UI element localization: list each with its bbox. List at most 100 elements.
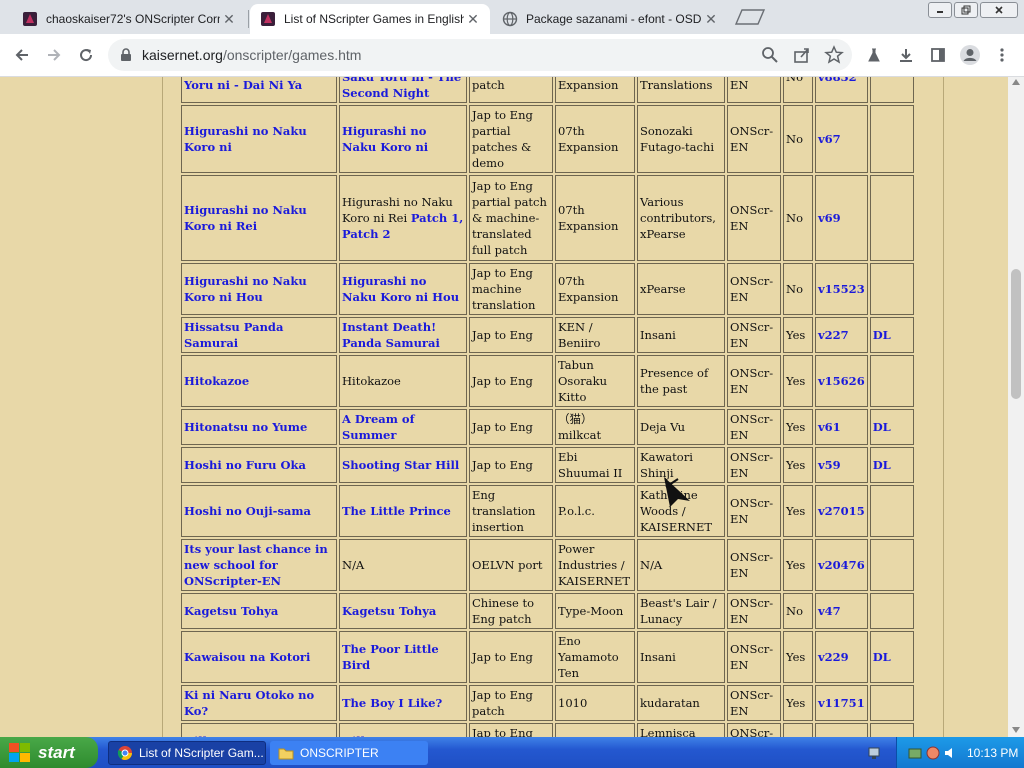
cell-english-title[interactable]: Kagetsu Tohya bbox=[339, 593, 467, 629]
cell-download[interactable]: DL bbox=[869, 631, 914, 683]
menu-button[interactable] bbox=[990, 43, 1014, 67]
zoom-button[interactable] bbox=[758, 43, 782, 67]
cell-japanese-title[interactable]: Hissatsu Panda Samurai bbox=[181, 317, 337, 353]
bookmark-button[interactable] bbox=[822, 43, 846, 67]
cell-japanese-title[interactable]: Higanbana no Saku Yoru ni - Dai Ni Ya bbox=[181, 77, 337, 103]
cell-english-title-link[interactable]: Higanbana no Saku Yoru ni - The Second N… bbox=[342, 77, 461, 100]
cell-download-link[interactable]: DL bbox=[873, 650, 891, 664]
close-icon[interactable]: ✕ bbox=[464, 10, 482, 28]
cell-japanese-title-link[interactable]: Its your last chance in new school for O… bbox=[184, 542, 328, 588]
cell-english-title-link[interactable]: Higurashi no Naku Koro ni bbox=[342, 124, 428, 154]
tab-sazanami[interactable]: Package sazanami - efont - OSDN ✕ bbox=[492, 4, 728, 34]
cell-download-link[interactable]: DL bbox=[873, 458, 891, 472]
back-button[interactable] bbox=[10, 43, 34, 67]
cell-english-title-link[interactable]: The Poor Little Bird bbox=[342, 642, 439, 672]
cell-vndb-link[interactable]: v229 bbox=[818, 650, 849, 664]
cell-japanese-title[interactable]: Higurashi no Naku Koro ni bbox=[181, 105, 337, 173]
reload-button[interactable] bbox=[74, 43, 98, 67]
profile-button[interactable] bbox=[958, 43, 982, 67]
cell-download-link[interactable]: DL bbox=[873, 420, 891, 434]
close-icon[interactable]: ✕ bbox=[220, 10, 238, 28]
cell-japanese-title[interactable]: Killer Queen bbox=[181, 723, 337, 737]
cell-download[interactable]: DL bbox=[869, 447, 914, 483]
maximize-button[interactable] bbox=[954, 2, 978, 18]
cell-vndb-link[interactable]: v227 bbox=[818, 328, 849, 342]
cell-english-title[interactable]: Killer Queen bbox=[339, 723, 467, 737]
cell-vndb[interactable]: v47 bbox=[815, 593, 868, 629]
cell-vndb[interactable]: v8832 bbox=[815, 77, 868, 103]
cell-japanese-title-link[interactable]: Hitokazoe bbox=[184, 374, 249, 388]
tab-nscripter-list[interactable]: List of NScripter Games in English ✕ bbox=[250, 4, 490, 34]
close-window-button[interactable] bbox=[980, 2, 1018, 18]
cell-japanese-title-link[interactable]: Higurashi no Naku Koro ni Hou bbox=[184, 274, 307, 304]
cell-vndb[interactable]: v27015 bbox=[815, 485, 868, 537]
cell-english-title-link[interactable]: Instant Death! Panda Samurai bbox=[342, 320, 440, 350]
tray-security-icon[interactable] bbox=[925, 745, 941, 761]
cell-japanese-title[interactable]: Hitokazoe bbox=[181, 355, 337, 407]
cell-download-link[interactable]: DL bbox=[873, 328, 891, 342]
cell-vndb[interactable]: v105 bbox=[815, 723, 868, 737]
cell-japanese-title-link[interactable]: Hoshi no Ouji-sama bbox=[184, 504, 311, 518]
cell-japanese-title[interactable]: Hitonatsu no Yume bbox=[181, 409, 337, 445]
cell-english-title[interactable]: The Poor Little Bird bbox=[339, 631, 467, 683]
cell-japanese-title[interactable]: Ki ni Naru Otoko no Ko? bbox=[181, 685, 337, 721]
cell-japanese-title-link[interactable]: Hitonatsu no Yume bbox=[184, 420, 307, 434]
cell-vndb[interactable]: v61 bbox=[815, 409, 868, 445]
cell-vndb-link[interactable]: v69 bbox=[818, 211, 841, 225]
cell-japanese-title[interactable]: Kagetsu Tohya bbox=[181, 593, 337, 629]
cell-vndb[interactable]: v229 bbox=[815, 631, 868, 683]
cell-vndb[interactable]: v227 bbox=[815, 317, 868, 353]
tray-network-button[interactable] bbox=[866, 745, 882, 761]
cell-download[interactable]: DL bbox=[869, 317, 914, 353]
tray-volume-icon[interactable] bbox=[943, 745, 959, 761]
cell-vndb-link[interactable]: v67 bbox=[818, 132, 841, 146]
cell-vndb-link[interactable]: v47 bbox=[818, 604, 841, 618]
cell-english-title-link[interactable]: A Dream of Summer bbox=[342, 412, 415, 442]
cell-japanese-title[interactable]: Hoshi no Furu Oka bbox=[181, 447, 337, 483]
cell-japanese-title-link[interactable]: Higurashi no Naku Koro ni Rei bbox=[184, 203, 307, 233]
cell-english-title[interactable]: The Little Prince bbox=[339, 485, 467, 537]
address-bar[interactable]: kaisernet.org/onscripter/games.htm bbox=[108, 39, 852, 71]
new-tab-button[interactable] bbox=[734, 8, 766, 26]
cell-vndb[interactable]: v59 bbox=[815, 447, 868, 483]
taskbar-item-browser[interactable]: List of NScripter Gam... bbox=[108, 741, 266, 765]
cell-vndb[interactable]: v20476 bbox=[815, 539, 868, 591]
cell-japanese-title-link[interactable]: Kagetsu Tohya bbox=[184, 604, 278, 618]
cell-japanese-title[interactable]: Higurashi no Naku Koro ni Rei bbox=[181, 175, 337, 261]
downloads-button[interactable] bbox=[894, 43, 918, 67]
cell-vndb-link[interactable]: v20476 bbox=[818, 558, 865, 572]
cell-japanese-title[interactable]: Hoshi no Ouji-sama bbox=[181, 485, 337, 537]
cell-english-title-link[interactable]: Shooting Star Hill bbox=[342, 458, 459, 472]
cell-english-title-link[interactable]: The Boy I Like? bbox=[342, 696, 442, 710]
cell-english-title[interactable]: Shooting Star Hill bbox=[339, 447, 467, 483]
forward-button[interactable] bbox=[42, 43, 66, 67]
cell-japanese-title-link[interactable]: Kawaisou na Kotori bbox=[184, 650, 310, 664]
cell-japanese-title-link[interactable]: Hoshi no Furu Oka bbox=[184, 458, 306, 472]
cell-japanese-title-link[interactable]: Higurashi no Naku Koro ni bbox=[184, 124, 307, 154]
vertical-scrollbar[interactable] bbox=[1008, 77, 1024, 737]
cell-english-title-link[interactable]: Kagetsu Tohya bbox=[342, 604, 436, 618]
scrollbar-thumb[interactable] bbox=[1011, 269, 1021, 399]
cell-english-title[interactable]: The Boy I Like? bbox=[339, 685, 467, 721]
cell-vndb-link[interactable]: v15626 bbox=[818, 374, 865, 388]
cell-vndb[interactable]: v67 bbox=[815, 105, 868, 173]
cell-japanese-title-link[interactable]: Higanbana no Saku Yoru ni - Dai Ni Ya bbox=[184, 77, 311, 92]
cell-japanese-title[interactable]: Its your last chance in new school for O… bbox=[181, 539, 337, 591]
cell-vndb[interactable]: v15626 bbox=[815, 355, 868, 407]
cell-download[interactable]: DL bbox=[869, 409, 914, 445]
cell-english-title[interactable]: Higurashi no Naku Koro ni Hou bbox=[339, 263, 467, 315]
cell-vndb-link[interactable]: v8832 bbox=[818, 77, 857, 84]
cell-vndb-link[interactable]: v11751 bbox=[818, 696, 865, 710]
cell-english-title[interactable]: Higurashi no Naku Koro ni bbox=[339, 105, 467, 173]
cell-english-title-link[interactable]: Higurashi no Naku Koro ni Hou bbox=[342, 274, 459, 304]
cell-japanese-title-link[interactable]: Hissatsu Panda Samurai bbox=[184, 320, 283, 350]
tab-onscripter-corner[interactable]: chaoskaiser72's ONScripter Corner ✕ bbox=[12, 4, 246, 34]
start-button[interactable]: start bbox=[0, 737, 98, 768]
cell-vndb-link[interactable]: v59 bbox=[818, 458, 841, 472]
cell-english-title[interactable]: Higanbana no Saku Yoru ni - The Second N… bbox=[339, 77, 467, 103]
cell-japanese-title[interactable]: Kawaisou na Kotori bbox=[181, 631, 337, 683]
scroll-down-icon[interactable] bbox=[1012, 727, 1020, 733]
minimize-button[interactable] bbox=[928, 2, 952, 18]
cell-vndb-link[interactable]: v15523 bbox=[818, 282, 865, 296]
cell-japanese-title-link[interactable]: Ki ni Naru Otoko no Ko? bbox=[184, 688, 314, 718]
